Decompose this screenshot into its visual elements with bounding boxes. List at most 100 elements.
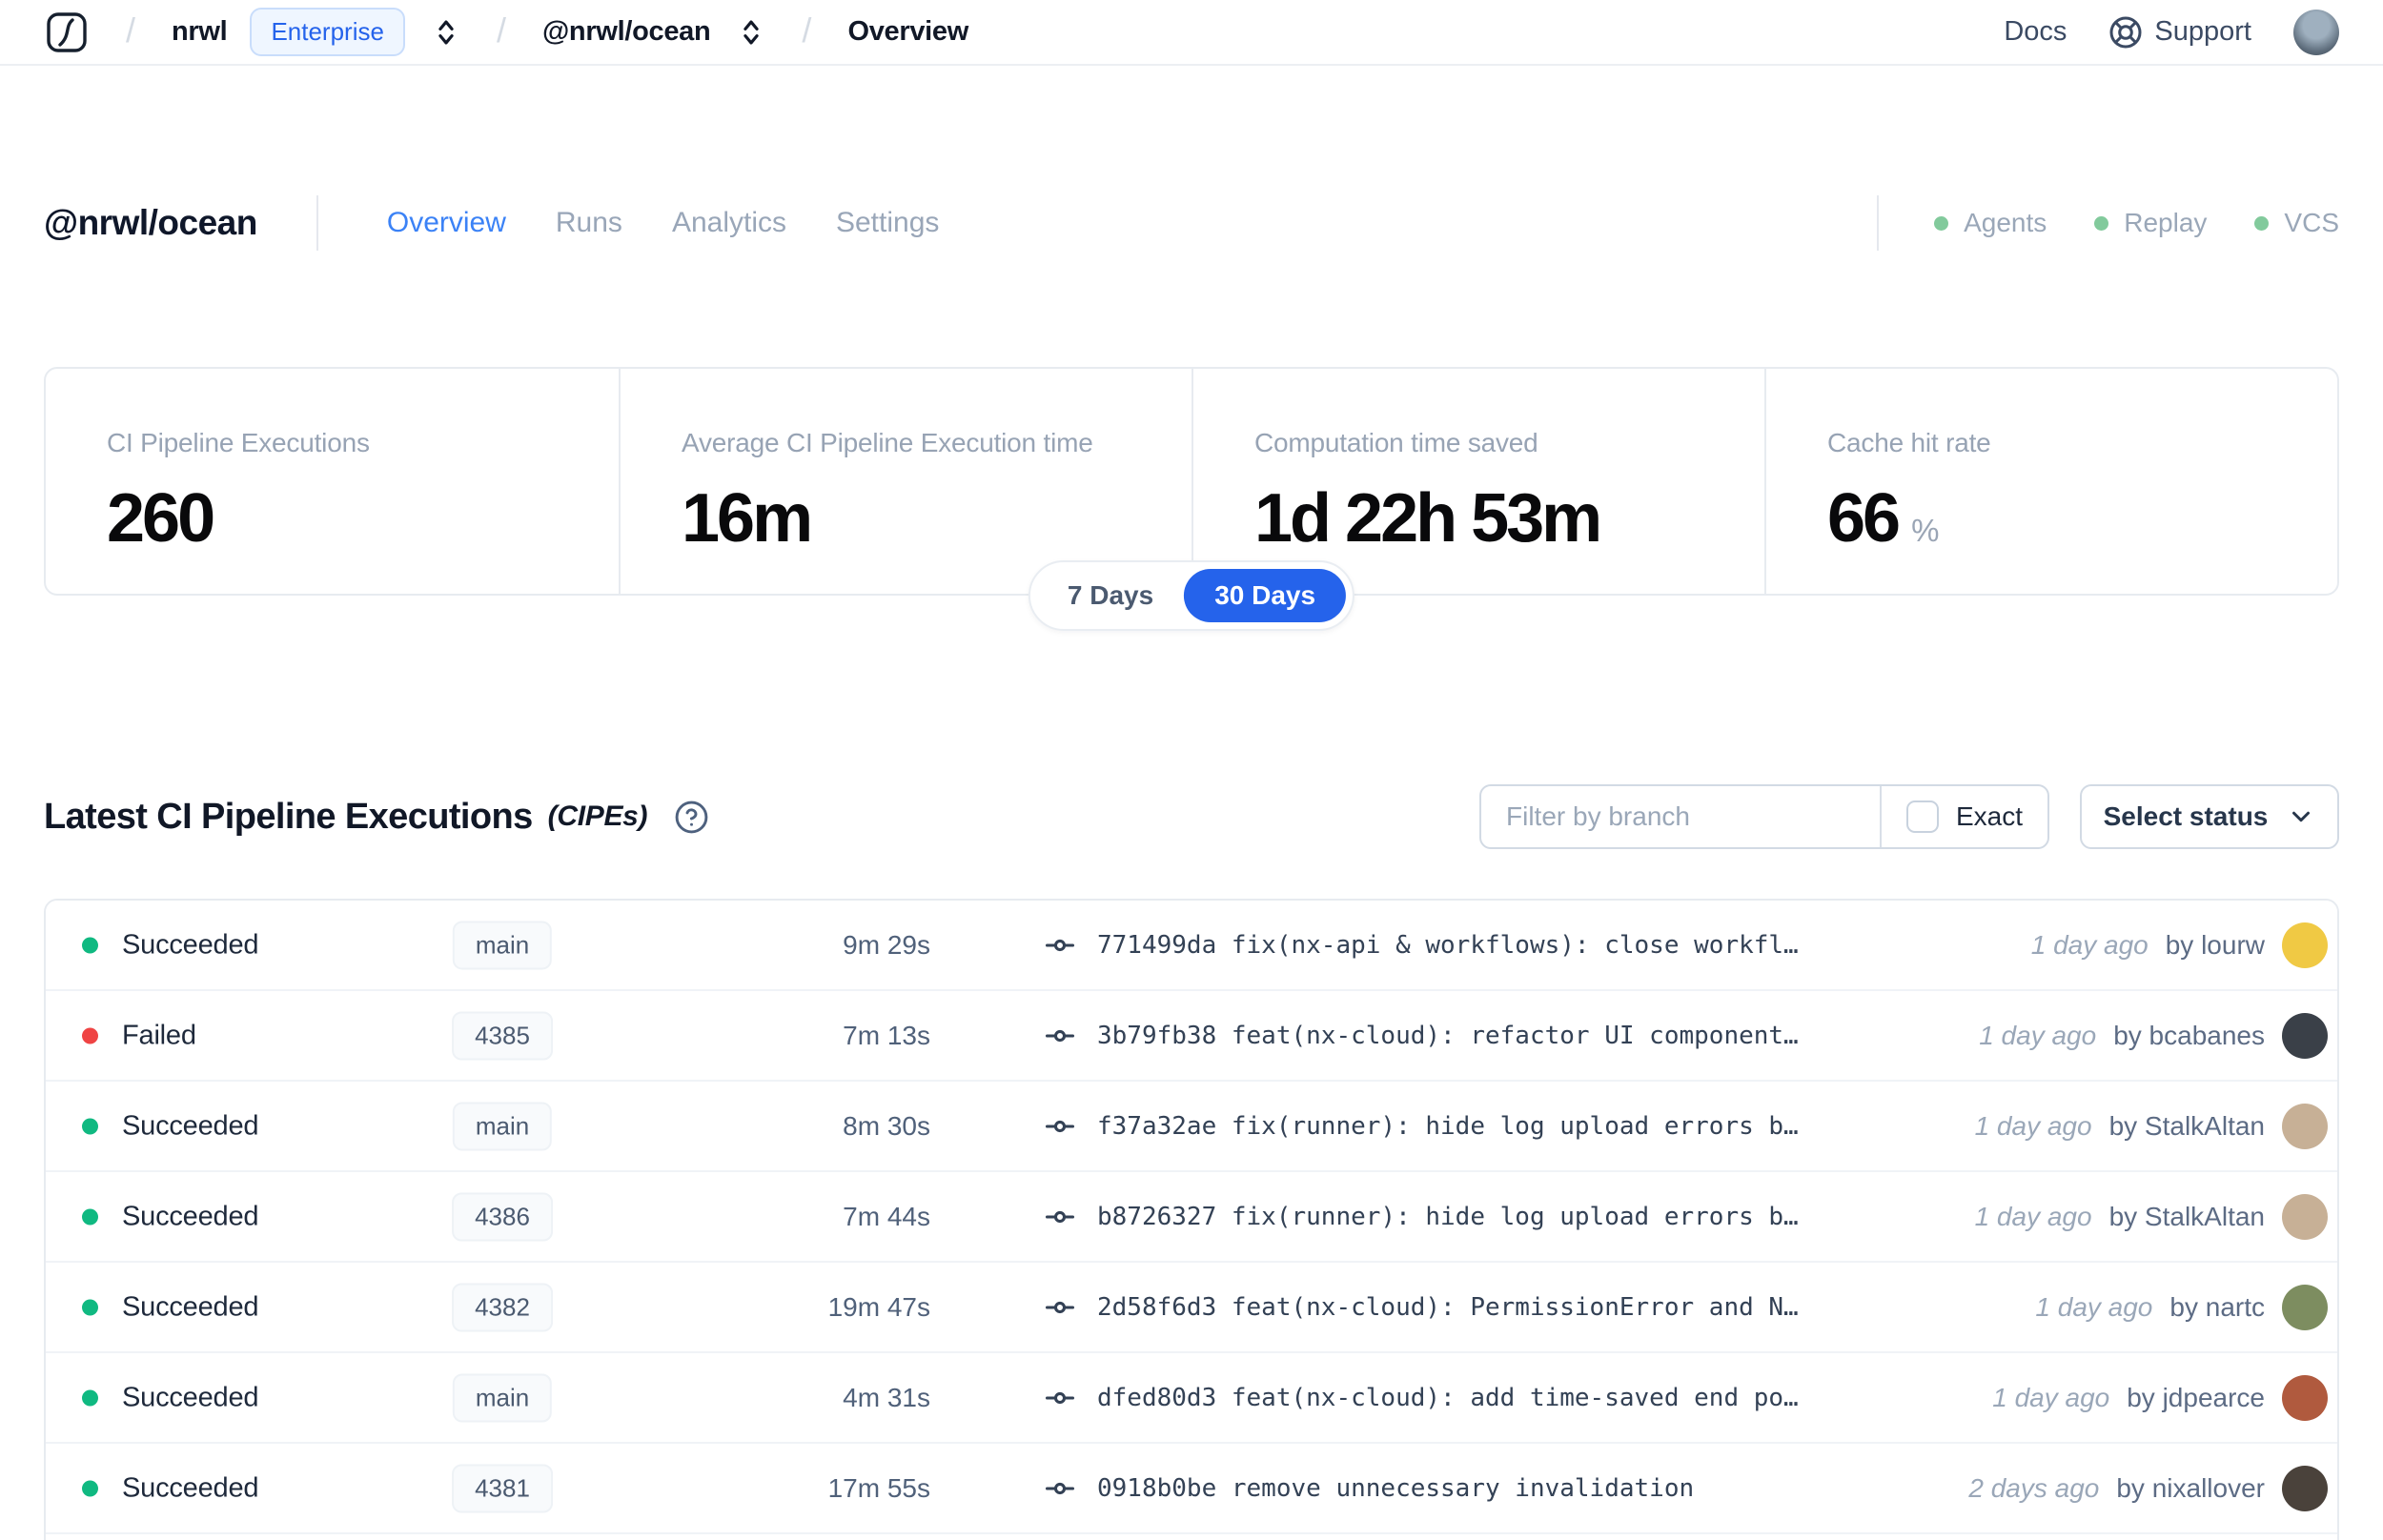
row-meta: 1 day ago by StalkAltan [1974, 1193, 2328, 1240]
commit-link[interactable]: dfed80d3 feat(nx-cloud): add time-saved … [1044, 1382, 1799, 1414]
status-dot [82, 1208, 98, 1225]
duration: 8m 30s [843, 1110, 930, 1141]
author: by StalkAltan [2108, 1110, 2265, 1141]
exact-match-toggle[interactable]: Exact [1882, 786, 2047, 847]
help-circle-icon[interactable] [674, 800, 709, 835]
git-commit-icon [1044, 1472, 1076, 1505]
stat-suffix: % [1911, 513, 1940, 548]
branch-filter-input[interactable] [1481, 786, 1880, 847]
divider [316, 195, 318, 251]
table-row[interactable]: Succeeded main 9m 29s 771499da fix(nx-ap… [46, 901, 2337, 991]
time-ago: 1 day ago [1979, 1020, 2097, 1050]
status-dot [82, 937, 98, 953]
duration: 7m 44s [843, 1201, 930, 1231]
stat-card-cache-hit-rate: Cache hit rate 66 % [1764, 369, 2337, 594]
workspace-tabs: Overview Runs Analytics Settings [387, 207, 940, 239]
status-text: Succeeded [122, 1201, 259, 1231]
stat-label: Cache hit rate [1827, 428, 1991, 457]
select-status-label: Select status [2103, 801, 2269, 831]
commit-link[interactable]: 2d58f6d3 feat(nx-cloud): PermissionError… [1044, 1291, 1799, 1324]
author: by StalkAltan [2108, 1201, 2265, 1231]
row-meta: 2 days ago by nixallover [1968, 1465, 2328, 1511]
status-dot [82, 1299, 98, 1315]
table-row[interactable]: Succeeded main 8m 30s f37a32ae fix(runne… [46, 1082, 2337, 1172]
status-dot [82, 1480, 98, 1496]
table-row[interactable]: Succeeded main 4m 31s dfed80d3 feat(nx-c… [46, 1353, 2337, 1444]
avatar [2282, 1465, 2328, 1511]
workspace-header: @nrwl/ocean Overview Runs Analytics Sett… [44, 187, 2339, 259]
green-dot-icon [2094, 215, 2109, 231]
commit-link[interactable]: b8726327 fix(runner): hide log upload er… [1044, 1201, 1799, 1233]
branch-badge[interactable]: 4386 [452, 1192, 553, 1241]
docs-label: Docs [2004, 16, 2067, 47]
enterprise-badge[interactable]: Enterprise [250, 8, 405, 56]
workspace-selector-chevrons-icon[interactable] [737, 16, 765, 49]
commit-message: 3b79fb38 feat(nx-cloud): refactor UI com… [1097, 1021, 1799, 1050]
support-link[interactable]: Support [2108, 15, 2251, 50]
branch-badge[interactable]: main [452, 921, 553, 969]
breadcrumb: / nrwl Enterprise / @nrwl/ocean / Overvi… [44, 8, 968, 56]
docs-link[interactable]: Docs [2004, 16, 2067, 48]
status-replay[interactable]: Replay [2094, 208, 2207, 238]
stat-value: 66 [1827, 480, 1901, 557]
table-row[interactable]: Succeeded 4386 7m 44s b8726327 fix(runne… [46, 1172, 2337, 1263]
author: by nixallover [2116, 1472, 2265, 1503]
breadcrumb-separator: / [802, 10, 812, 50]
duration: 9m 29s [843, 929, 930, 960]
breadcrumb-org[interactable]: nrwl [172, 16, 228, 48]
duration: 4m 31s [843, 1382, 930, 1412]
breadcrumb-separator: / [496, 10, 506, 50]
topbar: / nrwl Enterprise / @nrwl/ocean / Overvi… [0, 0, 2383, 66]
status-dot [82, 1118, 98, 1134]
table-row[interactable]: Failed 4385 7m 13s 3b79fb38 feat(nx-clou… [46, 991, 2337, 1082]
stat-label: Average CI Pipeline Execution time [682, 428, 1093, 457]
commit-link[interactable]: 0918b0be remove unnecessary invalidation [1044, 1472, 1694, 1505]
git-commit-icon [1044, 1291, 1076, 1324]
exact-checkbox[interactable] [1905, 800, 1939, 833]
stat-value: 260 [107, 480, 215, 557]
status-text: Succeeded [122, 1110, 259, 1141]
commit-link[interactable]: 3b79fb38 feat(nx-cloud): refactor UI com… [1044, 1020, 1799, 1052]
avatar [2282, 1103, 2328, 1149]
time-ago: 1 day ago [1974, 1110, 2092, 1141]
branch-badge[interactable]: 4381 [452, 1464, 553, 1512]
range-30-days-button[interactable]: 30 Days [1184, 569, 1347, 622]
branch-badge[interactable]: main [452, 1102, 553, 1150]
duration: 19m 47s [827, 1291, 930, 1322]
tab-overview[interactable]: Overview [387, 207, 506, 239]
avatar [2282, 1284, 2328, 1330]
time-ago: 1 day ago [1974, 1201, 2092, 1231]
branch-badge[interactable]: 4382 [452, 1283, 553, 1331]
commit-link[interactable]: 771499da fix(nx-api & workflows): close … [1044, 929, 1799, 962]
select-status-dropdown[interactable]: Select status [2080, 784, 2339, 849]
time-ago: 2 days ago [1968, 1472, 2100, 1503]
row-meta: 1 day ago by nartc [2035, 1284, 2328, 1330]
status-vcs[interactable]: VCS [2254, 208, 2339, 238]
avatar [2282, 1012, 2328, 1059]
tab-analytics[interactable]: Analytics [672, 207, 786, 239]
table-row[interactable]: Succeeded 4381 17m 55s 0918b0be remove u… [46, 1444, 2337, 1534]
branch-badge[interactable]: 4385 [452, 1011, 553, 1060]
branch-badge[interactable]: main [452, 1373, 553, 1422]
divider [1877, 195, 1880, 251]
status-agents[interactable]: Agents [1934, 208, 2047, 238]
commit-message: f37a32ae fix(runner): hide log upload er… [1097, 1111, 1799, 1141]
org-selector-chevrons-icon[interactable] [432, 16, 460, 49]
breadcrumb-workspace[interactable]: @nrwl/ocean [542, 16, 711, 48]
table-row[interactable]: Succeeded 4382 19m 47s 2d58f6d3 feat(nx-… [46, 1263, 2337, 1353]
nx-cloud-logo-icon[interactable] [44, 10, 90, 55]
row-meta: 1 day ago by jdpearce [1992, 1374, 2328, 1421]
status-text: Succeeded [122, 1472, 259, 1503]
tab-runs[interactable]: Runs [556, 207, 622, 239]
support-label: Support [2154, 16, 2251, 47]
breadcrumb-separator: / [126, 10, 136, 50]
range-7-days-button[interactable]: 7 Days [1037, 569, 1184, 622]
status-label: Agents [1964, 208, 2047, 237]
tab-settings[interactable]: Settings [836, 207, 939, 239]
commit-link[interactable]: f37a32ae fix(runner): hide log upload er… [1044, 1110, 1799, 1143]
commit-message: b8726327 fix(runner): hide log upload er… [1097, 1202, 1799, 1231]
chevron-down-icon [2287, 802, 2315, 831]
user-avatar[interactable] [2293, 9, 2339, 55]
stat-card-ci-pipeline-executions: CI Pipeline Executions 260 [46, 369, 619, 594]
status-label: Replay [2124, 208, 2208, 237]
